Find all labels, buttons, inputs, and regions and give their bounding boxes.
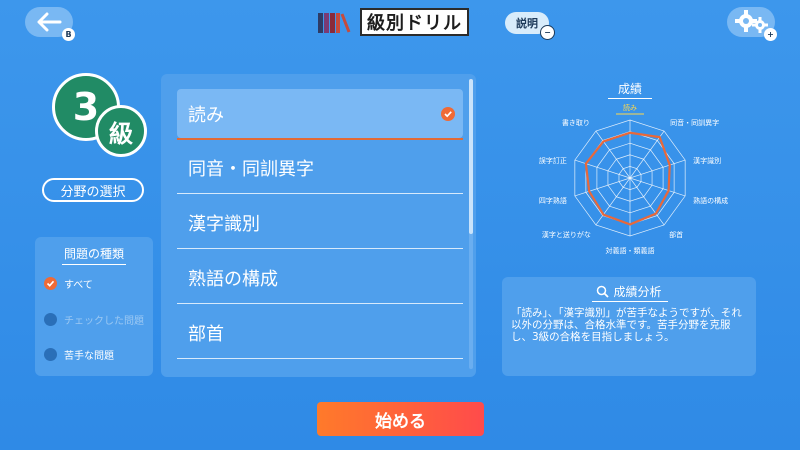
radio-empty-icon — [44, 348, 57, 361]
level-unit: 級 — [95, 105, 147, 157]
category-select-button[interactable]: 分野の選択 — [42, 178, 144, 202]
scrollbar-thumb[interactable] — [469, 79, 473, 234]
b-button-badge: B — [62, 28, 75, 41]
analysis-header: 成績分析 — [502, 283, 756, 300]
list-scrollbar[interactable] — [469, 79, 473, 369]
radar-label: 漢字識別 — [693, 156, 721, 165]
radar-spoke — [629, 177, 686, 197]
list-item-label: 読み — [188, 104, 224, 126]
question-type-label: 苦手な問題 — [64, 351, 114, 362]
list-item-label: 熟語の構成 — [188, 268, 278, 290]
question-type-panel: 問題の種類 すべて チェックした問題 苦手な問題 — [35, 237, 153, 376]
selection-underline — [177, 138, 463, 140]
settings-button[interactable]: + — [727, 7, 777, 41]
radar-spoke — [574, 159, 631, 179]
radar-label: 誤字訂正 — [539, 156, 567, 165]
back-button[interactable]: B — [25, 7, 75, 41]
radar-label: 四字熟語 — [539, 196, 567, 205]
question-type-weak[interactable]: 苦手な問題 — [44, 347, 114, 362]
list-item-doon[interactable]: 同音・同訓異字 — [177, 143, 463, 192]
radar-label: 同音・同訓異字 — [670, 118, 719, 127]
question-type-title: 問題の種類 — [63, 247, 124, 261]
divider — [592, 301, 668, 302]
help-label: 説明 — [516, 17, 538, 30]
analysis-panel: 成績分析 「読み」、「漢字識別」が苦手なようですが、それ以外の分野は、合格水準で… — [502, 277, 756, 376]
question-type-checked[interactable]: チェックした問題 — [44, 312, 144, 327]
app-title: 級別ドリル — [318, 8, 469, 36]
question-type-label: すべて — [64, 280, 93, 291]
question-type-label: チェックした問題 — [64, 316, 144, 327]
list-item-label: 部首 — [188, 323, 224, 345]
radar-label: 熟語の構成 — [693, 196, 728, 205]
help-button[interactable]: 説明 − — [505, 12, 555, 40]
radar-label: 漢字と送りがな — [542, 230, 591, 239]
radar-label-highlight: 読み — [623, 103, 637, 112]
radar-label: 書き取り — [562, 118, 590, 127]
radar-title: 成績 — [617, 82, 642, 96]
radar-spoke — [574, 177, 631, 197]
analysis-text: 「読み」、「漢字識別」が苦手なようですが、それ以外の分野は、合格水準です。苦手分… — [511, 307, 742, 343]
category-list: 読み 同音・同訓異字 漢字識別 熟語の構成 部首 — [161, 74, 476, 377]
analysis-title: 成績分析 — [613, 285, 662, 299]
radio-empty-icon — [44, 313, 57, 326]
list-item-bushu[interactable]: 部首 — [177, 308, 463, 357]
list-item-label: 同音・同訓異字 — [188, 158, 314, 180]
divider — [62, 264, 126, 265]
list-item-label: 漢字識別 — [188, 213, 260, 235]
magnifier-icon — [597, 285, 610, 298]
question-type-all[interactable]: すべて — [44, 276, 93, 291]
start-button[interactable]: 始める — [317, 402, 484, 436]
radar-label: 部首 — [669, 230, 683, 239]
divider — [177, 303, 463, 304]
page-title: 級別ドリル — [367, 13, 462, 34]
radar-label: 対義語・類義語 — [606, 246, 655, 255]
minus-button-badge: − — [540, 25, 555, 40]
back-arrow-icon — [37, 12, 62, 32]
divider — [608, 98, 652, 99]
check-icon — [441, 107, 455, 121]
divider — [177, 358, 463, 359]
level-indicator: 3 級 — [48, 73, 148, 163]
list-item-jukugo[interactable]: 熟語の構成 — [177, 253, 463, 302]
divider — [177, 248, 463, 249]
radar-spoke — [629, 159, 686, 179]
divider — [177, 193, 463, 194]
books-icon — [318, 13, 351, 33]
radar-chart: 読み同音・同訓異字漢字識別熟語の構成部首対義語・類義語 漢字と送りがな四字熟語 誤字… — [539, 103, 728, 255]
list-item-yomi[interactable]: 読み — [177, 89, 463, 138]
list-item-kanji-shikibetsu[interactable]: 漢字識別 — [177, 198, 463, 247]
plus-button-badge: + — [764, 28, 777, 41]
check-icon — [44, 277, 57, 290]
